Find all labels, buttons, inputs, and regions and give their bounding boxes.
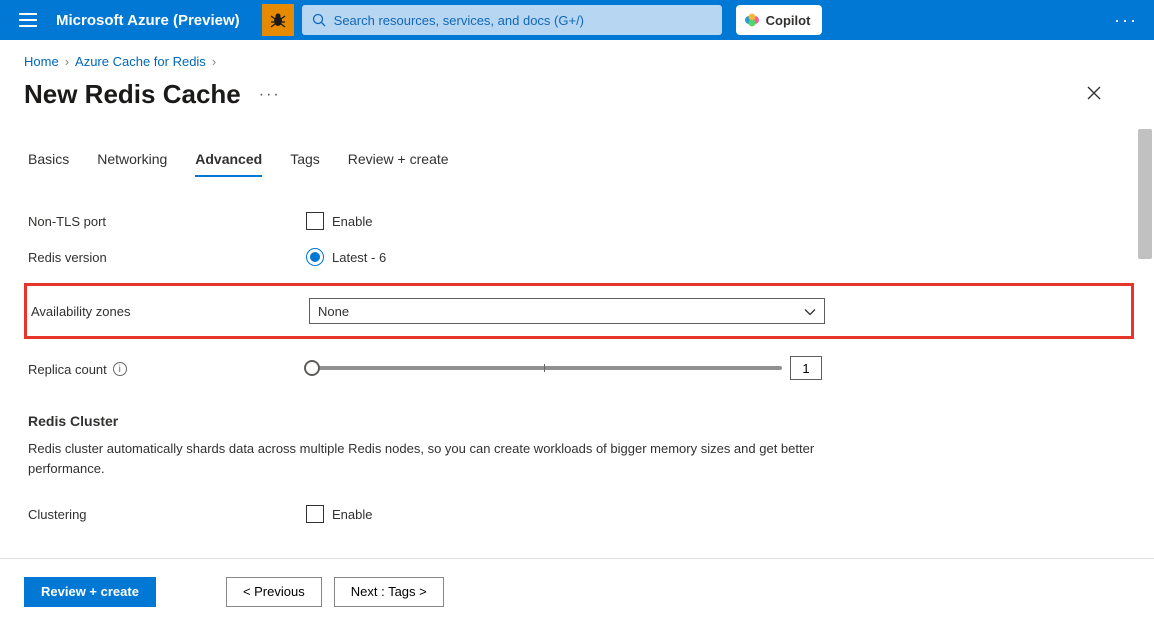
close-button[interactable]	[1086, 85, 1102, 104]
breadcrumb: Home › Azure Cache for Redis ›	[0, 40, 1154, 77]
slider-thumb[interactable]	[304, 360, 320, 376]
enable-text: Enable	[332, 214, 372, 229]
hamburger-icon	[19, 13, 37, 27]
label-clustering: Clustering	[28, 507, 306, 522]
label-replica-count: Replica count i	[28, 360, 306, 377]
label-redis-version: Redis version	[28, 250, 306, 265]
review-create-button[interactable]: Review + create	[24, 577, 156, 607]
copilot-button[interactable]: Copilot	[736, 5, 823, 35]
breadcrumb-sep: ›	[65, 54, 69, 69]
title-more[interactable]: ···	[259, 86, 281, 104]
tab-advanced[interactable]: Advanced	[195, 151, 262, 177]
copilot-label: Copilot	[766, 13, 811, 28]
select-availability-zones[interactable]: None	[309, 298, 825, 324]
vertical-scrollbar[interactable]	[1138, 129, 1152, 259]
brand-text[interactable]: Microsoft Azure (Preview)	[56, 12, 254, 29]
next-button[interactable]: Next : Tags >	[334, 577, 444, 607]
bug-icon	[269, 11, 287, 29]
row-replica-count: Replica count i	[28, 347, 1130, 389]
tab-tags[interactable]: Tags	[290, 151, 320, 177]
search-bar[interactable]	[302, 5, 722, 35]
input-replica-count[interactable]	[790, 356, 822, 380]
tab-networking[interactable]: Networking	[97, 151, 167, 177]
content-area: Basics Networking Advanced Tags Review +…	[0, 127, 1154, 526]
label-availability-zones: Availability zones	[31, 304, 309, 319]
label-non-tls: Non-TLS port	[28, 214, 306, 229]
close-icon	[1086, 85, 1102, 101]
tabs: Basics Networking Advanced Tags Review +…	[28, 151, 1130, 177]
page-title: New Redis Cache	[24, 79, 241, 110]
row-clustering: Clustering Enable	[28, 496, 1130, 526]
title-row: New Redis Cache ···	[0, 77, 1154, 126]
topbar-more[interactable]: ···	[1106, 0, 1146, 40]
row-availability-zones-highlight: Availability zones None	[24, 283, 1134, 339]
info-icon[interactable]: i	[113, 362, 127, 376]
search-input[interactable]	[334, 13, 712, 28]
chevron-down-icon	[804, 304, 816, 319]
checkbox-clustering[interactable]	[306, 505, 324, 523]
checkbox-non-tls[interactable]	[306, 212, 324, 230]
footer: Review + create < Previous Next : Tags >	[0, 558, 1154, 624]
tab-basics[interactable]: Basics	[28, 151, 69, 177]
tab-review[interactable]: Review + create	[348, 151, 449, 177]
heading-redis-cluster: Redis Cluster	[28, 413, 1130, 429]
slider-replica-count[interactable]	[306, 366, 782, 370]
enable-text-clustering: Enable	[332, 507, 372, 522]
menu-toggle[interactable]	[8, 0, 48, 40]
row-redis-version: Redis version Latest - 6	[28, 239, 1130, 275]
bug-tile[interactable]	[262, 4, 294, 36]
previous-button[interactable]: < Previous	[226, 577, 322, 607]
topbar: Microsoft Azure (Preview) Copilot ···	[0, 0, 1154, 40]
row-non-tls: Non-TLS port Enable	[28, 203, 1130, 239]
breadcrumb-home[interactable]: Home	[24, 54, 59, 69]
copilot-icon	[744, 12, 760, 28]
desc-redis-cluster: Redis cluster automatically shards data …	[28, 439, 828, 478]
availability-zones-value: None	[318, 304, 349, 319]
redis-version-value: Latest - 6	[332, 250, 386, 265]
breadcrumb-sep: ›	[212, 54, 216, 69]
radio-redis-version[interactable]	[306, 248, 324, 266]
search-icon	[312, 13, 326, 27]
breadcrumb-redis[interactable]: Azure Cache for Redis	[75, 54, 206, 69]
